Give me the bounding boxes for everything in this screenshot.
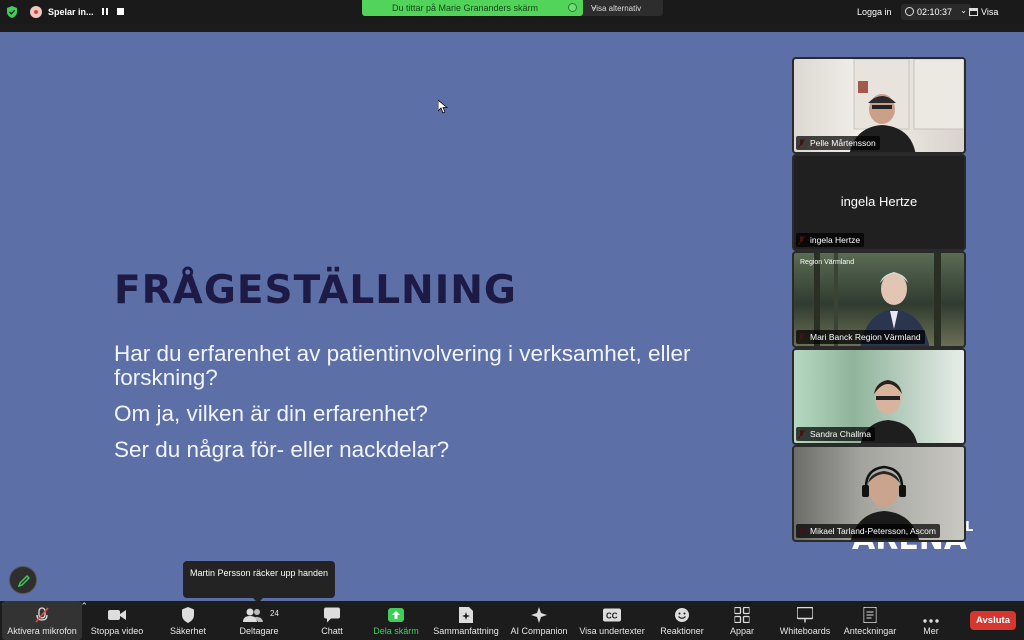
video-tile[interactable]: Mikael Tarland-Petersson, Ascom [792,445,966,542]
video-gallery: Pelle Mårtensson ingela Hertze ingela He… [792,57,966,542]
reactions-label: Reaktioner [660,626,704,636]
chat-label: Chatt [321,626,343,636]
viewing-indicator-icon [568,3,577,12]
chevron-down-icon: ⌄ [591,2,598,11]
notes-label: Anteckningar [843,626,897,636]
captions-label: Visa undertexter [579,626,645,636]
slide-question-2: Om ja, vilken är din erfarenhet? [114,401,428,426]
slide-question-3: Ser du några för- eller nackdelar? [114,437,450,462]
summary-button[interactable]: Sammanfattning [430,601,502,640]
stop-video-label: Stoppa video [90,626,144,636]
participant-name: ingela Hertze [796,233,865,247]
login-button[interactable]: Logga in [857,7,892,17]
stop-recording-button[interactable] [117,8,124,15]
pause-recording-button[interactable] [101,7,110,16]
whiteboards-button[interactable]: Whiteboards [776,601,834,640]
meeting-toolbar: Aktivera mikrofon ⌃ Stoppa video ⌃ Säker… [0,601,1024,640]
participant-name: Sandra Challma [796,427,875,441]
captions-icon: CC [603,608,621,622]
summary-label: Sammanfattning [433,626,499,636]
unmute-label: Aktivera mikrofon [7,626,77,636]
share-screen-label: Dela skärm [373,626,419,636]
view-icon [969,8,978,16]
video-camera-icon [108,610,126,620]
pencil-icon [17,575,30,588]
participants-button[interactable]: 24 Deltagare [228,601,290,640]
notes-icon [863,607,877,623]
slide-question-1: Har du erfarenhet av patientinvolvering … [114,341,691,390]
recording-label: Spelar in... [48,7,94,17]
raised-hand-notification[interactable]: Martin Persson räcker upp handen [183,561,335,603]
muted-mic-icon [35,607,49,623]
top-bar: Spelar in... Du tittar på Marie Granande… [0,0,1024,24]
slide-title: FRÅGESTÄLLNING [114,268,517,313]
viewing-text: Du tittar på Marie Grananders skärm [392,3,539,13]
view-options-button[interactable]: Visa alternativ ⌄ [583,0,663,16]
security-button[interactable]: Säkerhet [160,601,216,640]
apps-icon [734,607,750,623]
participant-name: Pelle Mårtensson [796,136,880,150]
security-label: Säkerhet [169,626,207,636]
meeting-timer[interactable]: 02:10:37 ⌄ [901,4,971,20]
more-button[interactable]: Mer [912,601,950,640]
captions-button[interactable]: CC Visa undertexter [576,601,648,640]
participants-count: 24 [270,609,279,618]
more-label: Mer [923,626,939,636]
recording-icon [30,6,42,18]
video-tile[interactable]: Sandra Challma [792,348,966,445]
end-meeting-button[interactable]: Avsluta [970,611,1016,630]
people-icon [242,608,263,622]
viewing-banner: Du tittar på Marie Grananders skärm [362,0,583,16]
annotate-button[interactable] [9,566,37,594]
apps-label: Appar [729,626,755,636]
whiteboards-label: Whiteboards [779,626,831,636]
participant-display-name: ingela Hertze [840,194,918,209]
chat-button[interactable]: Chatt [310,601,354,640]
timer-value: 02:10:37 [917,7,953,17]
video-tile[interactable]: ingela Hertze ingela Hertze [792,154,966,251]
participant-name: Mari Banck Region Värmland [796,330,925,344]
participant-name: Mikael Tarland-Petersson, Ascom [796,524,940,538]
shield-icon[interactable] [6,6,18,18]
view-button[interactable]: Visa [981,7,998,17]
sparkle-icon [531,607,547,623]
share-screen-button[interactable]: Dela skärm [366,601,426,640]
chevron-down-icon: ⌄ [960,6,967,15]
ai-companion-button[interactable]: AI Companion [508,601,570,640]
region-logo: Region Värmland [800,259,855,266]
participants-label: Deltagare [239,626,279,636]
unmute-button[interactable]: Aktivera mikrofon [2,601,82,640]
ai-companion-label: AI Companion [510,626,568,636]
notes-button[interactable]: Anteckningar [840,601,900,640]
stop-video-button[interactable]: Stoppa video [84,601,150,640]
video-tile[interactable]: Region Värmland Mari Banck Region Värmla… [792,251,966,348]
whiteboard-icon [797,607,813,623]
svg-text:CC: CC [606,612,618,621]
summary-icon [459,607,473,623]
chat-icon [324,607,340,623]
arena-logo-small: L [965,520,974,535]
mouse-cursor-icon [438,100,448,114]
smiley-icon [675,608,689,622]
video-tile[interactable]: Pelle Mårtensson [792,57,966,154]
apps-button[interactable]: Appar [722,601,762,640]
clock-icon [905,7,914,16]
share-screen-icon [388,608,404,622]
shield-icon [182,607,194,623]
reactions-button[interactable]: Reaktioner [656,601,708,640]
